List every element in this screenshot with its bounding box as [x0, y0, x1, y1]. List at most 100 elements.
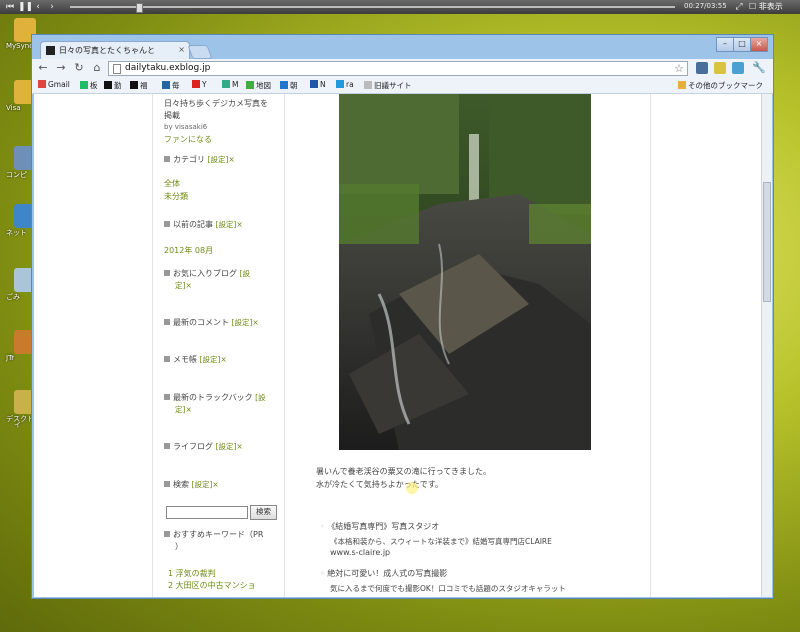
- profile-text: 掲載: [164, 111, 180, 120]
- pause-icon[interactable]: ❚❚: [18, 1, 33, 13]
- back-arrow-icon[interactable]: ←: [36, 61, 50, 75]
- setting-link[interactable]: [設定]: [208, 155, 229, 164]
- desktop-icon[interactable]: MySync: [6, 18, 36, 50]
- extension-icon-3[interactable]: [732, 62, 744, 74]
- search-input[interactable]: [166, 506, 248, 519]
- rewind-icon[interactable]: ‹: [32, 1, 44, 13]
- remove-link[interactable]: ×: [185, 405, 191, 414]
- bookmarks-bar: その他のブックマーク Gmail 板 勤 福 毎 Y M 地図 朝 Nra 旧議サイト: [32, 79, 773, 94]
- minimize-button[interactable]: –: [716, 37, 734, 52]
- setting-link[interactable]: [設定]: [200, 355, 221, 364]
- setting-link[interactable]: [設: [240, 269, 250, 278]
- favorites-heading: お気に入りブログ [設: [164, 268, 250, 279]
- bookmark-item[interactable]: M: [222, 80, 238, 89]
- bookmark-item[interactable]: 旧議サイト: [364, 80, 412, 91]
- archive-link[interactable]: 2012年 08月: [164, 245, 213, 256]
- profile-text: 日々持ち歩くデジカメ写真を: [164, 99, 268, 108]
- extension-icon-1[interactable]: [696, 62, 708, 74]
- remove-link[interactable]: ×: [185, 281, 191, 290]
- setting-link[interactable]: [設定]: [192, 480, 213, 489]
- bookmark-star-icon[interactable]: ☆: [674, 62, 684, 75]
- wrench-menu-icon[interactable]: 🔧: [752, 61, 766, 75]
- address-bar[interactable]: dailytaku.exblog.jp ☆: [108, 61, 688, 76]
- forward-icon[interactable]: ›: [46, 1, 58, 13]
- new-tab-button[interactable]: [187, 45, 213, 59]
- favicon-icon: [46, 46, 55, 55]
- browser-toolbar: ← → ↻ ⌂ dailytaku.exblog.jp ☆ 🔧: [32, 59, 773, 79]
- memo-heading: メモ帳 [設定]×: [164, 354, 227, 365]
- close-window-button[interactable]: ×: [750, 37, 768, 52]
- title-bar: 日々の写真とたくちゃんと × – □ ×: [32, 35, 773, 59]
- bookmark-item[interactable]: 板: [80, 80, 98, 91]
- bookmark-item[interactable]: 福: [130, 80, 148, 91]
- bookmark-item[interactable]: N: [310, 80, 326, 89]
- divider: [152, 94, 153, 597]
- bookmark-label: 板: [90, 81, 98, 90]
- ad-title[interactable]: 《結婚写真専門》写真スタジオ: [327, 522, 439, 531]
- seek-handle[interactable]: [136, 3, 143, 13]
- search-button[interactable]: 検索: [250, 505, 277, 520]
- desktop-icon[interactable]: Visa: [6, 80, 36, 112]
- hide-toggle[interactable]: ☐ 非表示: [749, 1, 783, 12]
- setting-link[interactable]: [設定]: [232, 318, 253, 327]
- setting-link[interactable]: 定]: [175, 405, 185, 414]
- keywords-heading-cont: ）: [175, 542, 183, 551]
- desktop-icon[interactable]: ごみ: [6, 268, 36, 302]
- maximize-button[interactable]: □: [733, 37, 751, 52]
- setting-link[interactable]: 定]: [175, 281, 185, 290]
- category-link[interactable]: 未分類: [164, 191, 188, 202]
- search-heading: 検索 [設定]×: [164, 479, 219, 490]
- fullscreen-icon[interactable]: ⤢: [733, 1, 745, 13]
- bookmark-item[interactable]: ra: [336, 80, 354, 89]
- post-text: 暑いんで養老渓谷の粟又の滝に行ってきました。: [316, 467, 491, 476]
- scrollbar-thumb[interactable]: [763, 182, 771, 302]
- other-bookmarks[interactable]: その他のブックマーク: [678, 80, 763, 91]
- setting-link[interactable]: [設定]: [216, 220, 237, 229]
- desktop-icon[interactable]: JTr: [6, 330, 36, 362]
- ad-url[interactable]: www.s-claire.jp: [330, 548, 390, 557]
- bookmark-label: 地図: [256, 81, 271, 90]
- extension-icon-2[interactable]: [714, 62, 726, 74]
- ad-item[interactable]: ◦ 《結婚写真専門》写真スタジオ: [320, 521, 439, 532]
- bookmark-item[interactable]: Gmail: [38, 80, 70, 89]
- bookmark-label: ra: [346, 80, 354, 89]
- forward-arrow-icon[interactable]: →: [54, 61, 68, 75]
- page-content: 日々持ち歩くデジカメ写真を 掲載 by visasaki6 ファンになる カテゴ…: [34, 94, 761, 597]
- ad-title[interactable]: 絶対に可愛い！成人式の写真撮影: [327, 569, 447, 578]
- bookmark-item[interactable]: 勤: [104, 80, 122, 91]
- seek-track[interactable]: [70, 6, 675, 8]
- setting-link[interactable]: [設定]: [216, 442, 237, 451]
- desktop-icon[interactable]: ネット: [6, 204, 36, 238]
- bookmark-favicon-icon: [310, 80, 318, 88]
- tab-close-icon[interactable]: ×: [178, 45, 185, 54]
- bookmark-item[interactable]: 朝: [280, 80, 298, 91]
- desktop-icon-label: Visa: [6, 104, 21, 112]
- desktop-icon[interactable]: デスクト: [6, 390, 36, 424]
- bookmark-favicon-icon: [192, 80, 200, 88]
- remove-link[interactable]: ×: [228, 155, 234, 164]
- keyword-link[interactable]: 1 浮気の裁判: [168, 568, 216, 579]
- vertical-scrollbar[interactable]: [761, 94, 772, 597]
- reload-icon[interactable]: ↻: [72, 61, 86, 75]
- skip-back-icon[interactable]: ⏮: [4, 1, 16, 13]
- remove-link[interactable]: ×: [220, 355, 226, 364]
- folder-icon: [678, 81, 686, 89]
- home-icon[interactable]: ⌂: [90, 61, 104, 75]
- remove-link[interactable]: ×: [212, 480, 218, 489]
- bookmark-item[interactable]: 地図: [246, 80, 271, 91]
- hide-toggle-label: 非表示: [758, 2, 783, 11]
- fan-link[interactable]: ファンになる: [164, 134, 212, 145]
- bookmark-item[interactable]: 毎: [162, 80, 180, 91]
- browser-tab[interactable]: 日々の写真とたくちゃんと ×: [40, 41, 190, 59]
- remove-link[interactable]: ×: [252, 318, 258, 327]
- setting-link[interactable]: [設: [255, 393, 265, 402]
- bookmark-item[interactable]: Y: [192, 80, 207, 89]
- remove-link[interactable]: ×: [236, 442, 242, 451]
- remove-link[interactable]: ×: [236, 220, 242, 229]
- category-link[interactable]: 全体: [164, 178, 180, 189]
- ad-item[interactable]: ◦ 絶対に可愛い！成人式の写真撮影: [320, 568, 447, 579]
- desktop-icon-label: MySync: [6, 42, 34, 50]
- bookmark-label: 毎: [172, 81, 180, 90]
- keyword-link[interactable]: 2 大田区の中古マンショ: [168, 580, 256, 591]
- desktop-icon[interactable]: コンピ: [6, 146, 36, 180]
